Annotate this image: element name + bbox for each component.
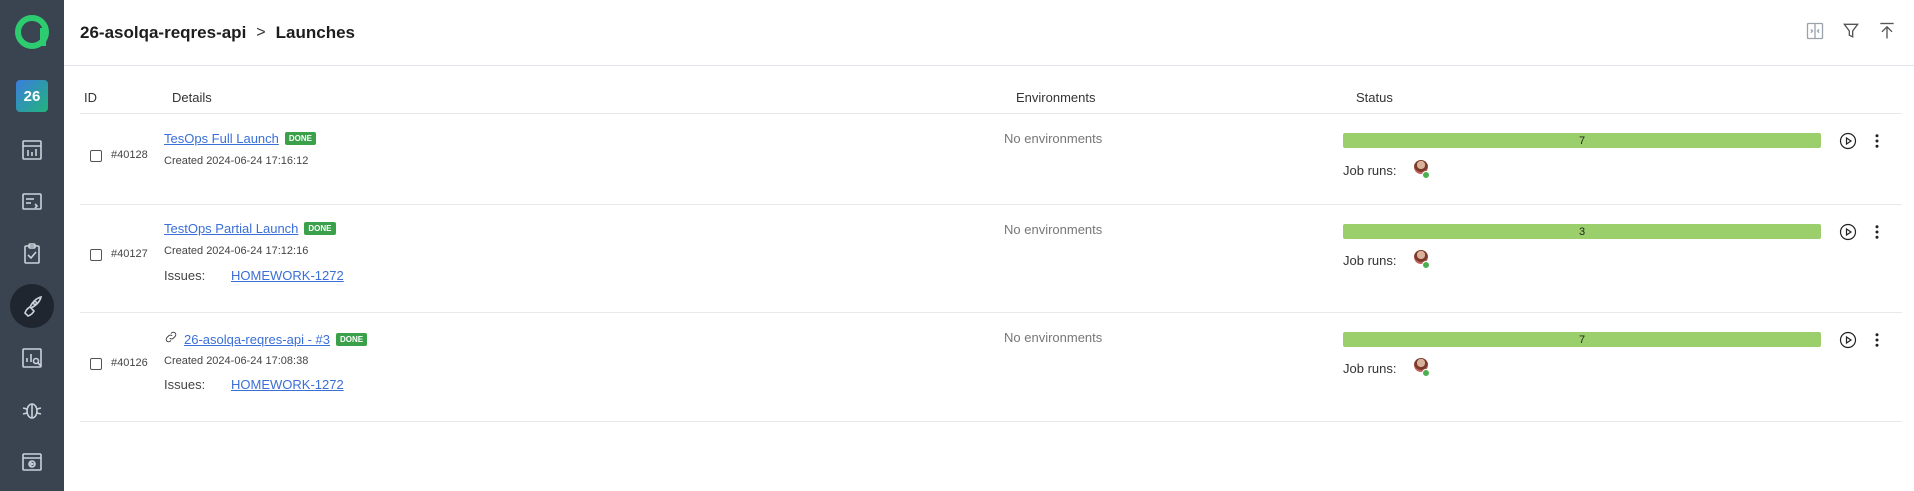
- status-count: 7: [1578, 134, 1586, 147]
- column-details[interactable]: Details: [172, 90, 212, 105]
- status-progress-bar[interactable]: 3: [1343, 224, 1821, 239]
- status-progress-bar[interactable]: 7: [1343, 332, 1821, 347]
- play-circle-icon: [1839, 223, 1857, 241]
- dashboard-icon: [22, 140, 42, 160]
- job-run-status-dot: [1422, 261, 1430, 269]
- status-badge: DONE: [284, 132, 317, 145]
- launch-title-line: 26-asolqa-reqres-api - #3 DONE: [164, 330, 368, 349]
- issues-label: Issues:: [164, 377, 206, 392]
- environments-value: No environments: [1004, 131, 1103, 146]
- created-date: Created 2024-06-24 17:12:16: [164, 245, 309, 257]
- play-circle-icon: [1839, 331, 1857, 349]
- page-header: 26-asolqa-reqres-api > Launches: [64, 0, 1914, 66]
- status-count: 3: [1578, 225, 1586, 238]
- rerun-button[interactable]: [1839, 223, 1857, 241]
- defects-bug-icon: [22, 403, 42, 419]
- job-runs-label: Job runs:: [1343, 361, 1397, 376]
- compare-button[interactable]: [1804, 20, 1826, 42]
- table-header: ID Details Environments Status: [80, 88, 1902, 114]
- sidebar: 26: [0, 0, 64, 491]
- launch-title-line: TestOps Partial Launch DONE: [164, 221, 336, 236]
- column-environments[interactable]: Environments: [1016, 90, 1095, 105]
- status-badge: DONE: [335, 333, 368, 346]
- job-runs-label: Job runs:: [1343, 253, 1397, 268]
- breadcrumb-separator: >: [256, 23, 266, 41]
- breadcrumb: 26-asolqa-reqres-api > Launches: [80, 23, 355, 43]
- page-title: Launches: [275, 22, 355, 42]
- play-circle-icon: [1839, 132, 1857, 150]
- launch-title-line: TesOps Full Launch DONE: [164, 131, 317, 146]
- nav-jobs[interactable]: [10, 440, 54, 484]
- row-menu-button[interactable]: [1868, 223, 1886, 241]
- issue-link[interactable]: HOMEWORK-1272: [231, 268, 344, 283]
- app-logo[interactable]: [14, 14, 50, 50]
- launch-title-link[interactable]: TestOps Partial Launch: [164, 221, 298, 236]
- row-menu-button[interactable]: [1868, 331, 1886, 349]
- environments-value: No environments: [1004, 330, 1103, 345]
- link-chain-icon: [164, 330, 178, 349]
- row-checkbox[interactable]: [90, 249, 102, 261]
- nav-launches[interactable]: [10, 284, 54, 328]
- rerun-button[interactable]: [1839, 331, 1857, 349]
- more-vertical-icon: [1875, 134, 1879, 148]
- jobs-icon: [22, 453, 42, 471]
- upload-button[interactable]: [1876, 20, 1898, 42]
- job-runs-label: Job runs:: [1343, 163, 1397, 178]
- nav-test-plans[interactable]: [10, 232, 54, 276]
- job-run-status-dot: [1422, 171, 1430, 179]
- launch-title-link[interactable]: TesOps Full Launch: [164, 131, 279, 146]
- header-actions: [1804, 20, 1898, 42]
- launch-id: #40126: [111, 357, 148, 369]
- launches-table: ID Details Environments Status #40128 Te…: [80, 88, 1902, 422]
- launch-title-link[interactable]: 26-asolqa-reqres-api - #3: [184, 332, 330, 347]
- job-run-status-dot: [1422, 369, 1430, 377]
- compare-icon: [1806, 22, 1824, 40]
- breadcrumb-project[interactable]: 26-asolqa-reqres-api: [80, 23, 246, 43]
- nav-dashboard[interactable]: [10, 128, 54, 172]
- nav-analytics[interactable]: [10, 336, 54, 380]
- filter-button[interactable]: [1840, 20, 1862, 42]
- nav-test-cases[interactable]: [10, 180, 54, 224]
- nav-defects[interactable]: [10, 388, 54, 432]
- project-badge[interactable]: 26: [16, 80, 48, 112]
- status-progress-bar[interactable]: 7: [1343, 133, 1821, 148]
- created-date: Created 2024-06-24 17:16:12: [164, 155, 309, 167]
- status-badge: DONE: [304, 222, 336, 235]
- environments-value: No environments: [1004, 222, 1103, 237]
- table-row[interactable]: #40127 TestOps Partial Launch DONE Creat…: [80, 205, 1902, 313]
- issues-label: Issues:: [164, 268, 206, 283]
- status-count: 7: [1578, 333, 1586, 346]
- rerun-button[interactable]: [1839, 132, 1857, 150]
- table-row[interactable]: #40128 TesOps Full Launch DONE Created 2…: [80, 114, 1902, 205]
- more-vertical-icon: [1875, 333, 1879, 347]
- analytics-icon: [22, 348, 42, 368]
- issue-link[interactable]: HOMEWORK-1272: [231, 377, 344, 392]
- more-vertical-icon: [1875, 225, 1879, 239]
- column-id[interactable]: ID: [84, 90, 97, 105]
- table-row[interactable]: #40126 26-asolqa-reqres-api - #3 DONE Cr…: [80, 313, 1902, 422]
- test-cases-icon: [22, 193, 42, 210]
- upload-icon: [1880, 22, 1894, 39]
- filter-icon: [1843, 23, 1859, 38]
- test-plans-icon: [24, 243, 40, 264]
- row-checkbox[interactable]: [90, 358, 102, 370]
- column-status[interactable]: Status: [1356, 90, 1393, 105]
- launches-rocket-icon: [24, 295, 43, 317]
- launch-id: #40127: [111, 248, 148, 260]
- launch-id: #40128: [111, 149, 148, 161]
- created-date: Created 2024-06-24 17:08:38: [164, 355, 309, 367]
- row-checkbox[interactable]: [90, 150, 102, 162]
- row-menu-button[interactable]: [1868, 132, 1886, 150]
